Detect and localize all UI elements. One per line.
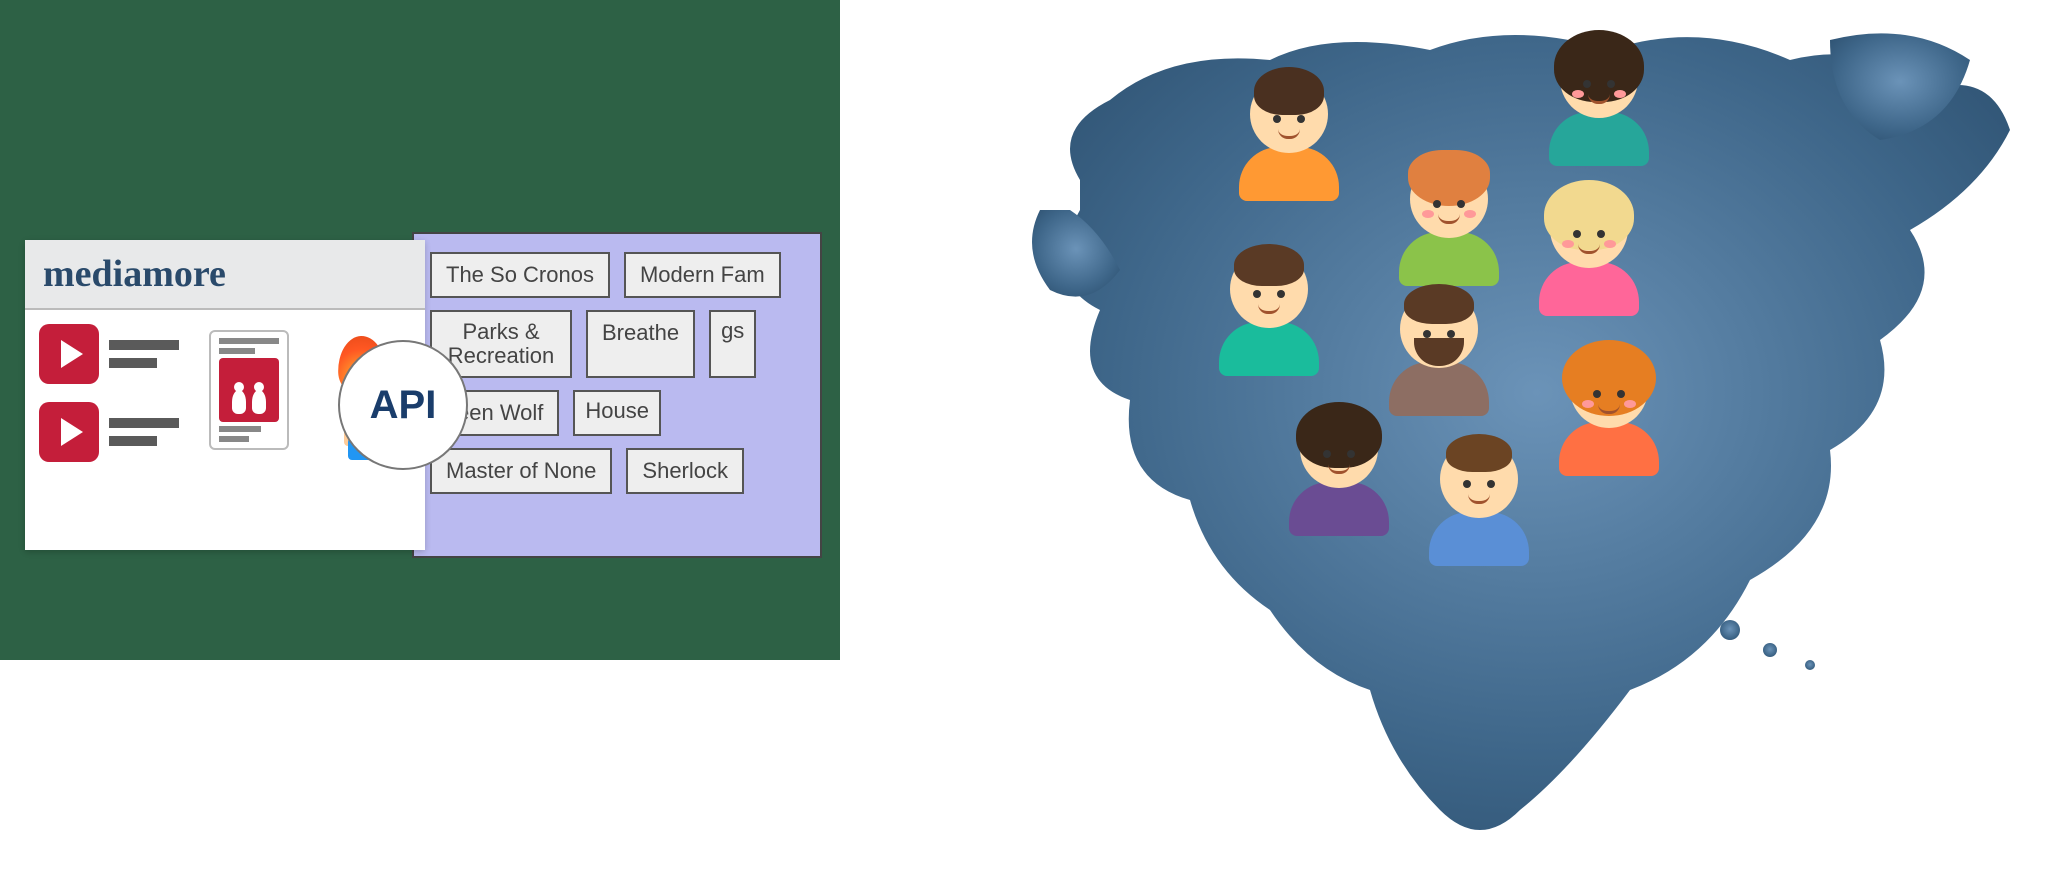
user-avatar: [1420, 440, 1538, 580]
play-icon: [39, 402, 99, 462]
user-avatar: [1380, 290, 1498, 430]
device-preview: [209, 330, 289, 450]
video-list-item[interactable]: [39, 402, 185, 462]
show-item[interactable]: Modern Fam: [624, 252, 781, 298]
user-avatar: [1280, 410, 1398, 550]
show-item[interactable]: Master of None: [430, 448, 612, 494]
video-list-item[interactable]: [39, 324, 185, 384]
show-item[interactable]: House: [573, 390, 661, 436]
play-icon: [39, 324, 99, 384]
text-lines-placeholder: [109, 418, 185, 446]
user-avatar: [1540, 40, 1658, 180]
show-item[interactable]: gs: [709, 310, 756, 378]
users-map: [1010, 10, 2030, 860]
show-item[interactable]: Breathe: [586, 310, 695, 378]
brand-title: mediamore: [25, 240, 425, 310]
left-green-panel: The So Cronos Modern Fam Parks & Recreat…: [0, 0, 840, 660]
show-item[interactable]: The So Cronos: [430, 252, 610, 298]
user-avatar: [1390, 160, 1508, 300]
user-avatar: [1230, 75, 1348, 215]
show-item[interactable]: Sherlock: [626, 448, 744, 494]
user-avatar: [1530, 190, 1648, 330]
north-america-map-icon: [1010, 10, 2030, 860]
shows-panel: The So Cronos Modern Fam Parks & Recreat…: [412, 232, 822, 558]
user-avatar: [1550, 350, 1668, 490]
text-lines-placeholder: [109, 340, 185, 368]
user-avatar: [1210, 250, 1328, 390]
show-label: Parks & Recreation: [446, 320, 556, 368]
api-badge: API: [338, 340, 468, 470]
